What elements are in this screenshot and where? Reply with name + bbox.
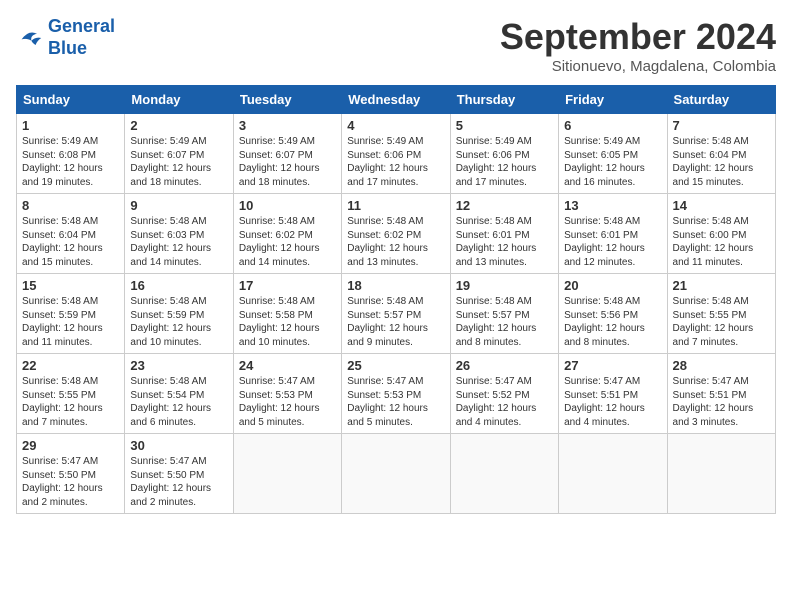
calendar-week-4: 22Sunrise: 5:48 AMSunset: 5:55 PMDayligh… <box>17 354 776 434</box>
table-row: 13Sunrise: 5:48 AMSunset: 6:01 PMDayligh… <box>559 194 667 274</box>
table-row: 16Sunrise: 5:48 AMSunset: 5:59 PMDayligh… <box>125 274 233 354</box>
table-row: 3Sunrise: 5:49 AMSunset: 6:07 PMDaylight… <box>233 114 341 194</box>
table-row: 7Sunrise: 5:48 AMSunset: 6:04 PMDaylight… <box>667 114 775 194</box>
header-monday: Monday <box>125 86 233 114</box>
table-row: 18Sunrise: 5:48 AMSunset: 5:57 PMDayligh… <box>342 274 450 354</box>
table-row: 11Sunrise: 5:48 AMSunset: 6:02 PMDayligh… <box>342 194 450 274</box>
table-row <box>233 434 341 514</box>
logo-text: General Blue <box>48 16 115 59</box>
table-row: 4Sunrise: 5:49 AMSunset: 6:06 PMDaylight… <box>342 114 450 194</box>
page-header: General Blue September 2024 Sitionuevo, … <box>16 16 776 75</box>
calendar-header-row: Sunday Monday Tuesday Wednesday Thursday… <box>17 86 776 114</box>
table-row: 23Sunrise: 5:48 AMSunset: 5:54 PMDayligh… <box>125 354 233 434</box>
month-title: September 2024 <box>500 16 776 58</box>
table-row: 10Sunrise: 5:48 AMSunset: 6:02 PMDayligh… <box>233 194 341 274</box>
calendar-week-2: 8Sunrise: 5:48 AMSunset: 6:04 PMDaylight… <box>17 194 776 274</box>
table-row: 17Sunrise: 5:48 AMSunset: 5:58 PMDayligh… <box>233 274 341 354</box>
header-tuesday: Tuesday <box>233 86 341 114</box>
table-row: 30Sunrise: 5:47 AMSunset: 5:50 PMDayligh… <box>125 434 233 514</box>
calendar-week-1: 1Sunrise: 5:49 AMSunset: 6:08 PMDaylight… <box>17 114 776 194</box>
table-row: 2Sunrise: 5:49 AMSunset: 6:07 PMDaylight… <box>125 114 233 194</box>
table-row: 21Sunrise: 5:48 AMSunset: 5:55 PMDayligh… <box>667 274 775 354</box>
logo-icon <box>16 24 44 52</box>
header-wednesday: Wednesday <box>342 86 450 114</box>
calendar-week-5: 29Sunrise: 5:47 AMSunset: 5:50 PMDayligh… <box>17 434 776 514</box>
table-row <box>450 434 558 514</box>
table-row: 12Sunrise: 5:48 AMSunset: 6:01 PMDayligh… <box>450 194 558 274</box>
table-row <box>342 434 450 514</box>
location-subtitle: Sitionuevo, Magdalena, Colombia <box>500 58 776 75</box>
table-row: 27Sunrise: 5:47 AMSunset: 5:51 PMDayligh… <box>559 354 667 434</box>
table-row: 9Sunrise: 5:48 AMSunset: 6:03 PMDaylight… <box>125 194 233 274</box>
table-row: 28Sunrise: 5:47 AMSunset: 5:51 PMDayligh… <box>667 354 775 434</box>
calendar-week-3: 15Sunrise: 5:48 AMSunset: 5:59 PMDayligh… <box>17 274 776 354</box>
table-row <box>667 434 775 514</box>
table-row: 29Sunrise: 5:47 AMSunset: 5:50 PMDayligh… <box>17 434 125 514</box>
header-saturday: Saturday <box>667 86 775 114</box>
header-sunday: Sunday <box>17 86 125 114</box>
table-row: 20Sunrise: 5:48 AMSunset: 5:56 PMDayligh… <box>559 274 667 354</box>
table-row: 6Sunrise: 5:49 AMSunset: 6:05 PMDaylight… <box>559 114 667 194</box>
table-row: 8Sunrise: 5:48 AMSunset: 6:04 PMDaylight… <box>17 194 125 274</box>
table-row: 22Sunrise: 5:48 AMSunset: 5:55 PMDayligh… <box>17 354 125 434</box>
header-friday: Friday <box>559 86 667 114</box>
table-row: 5Sunrise: 5:49 AMSunset: 6:06 PMDaylight… <box>450 114 558 194</box>
logo: General Blue <box>16 16 115 59</box>
table-row: 1Sunrise: 5:49 AMSunset: 6:08 PMDaylight… <box>17 114 125 194</box>
calendar-table: Sunday Monday Tuesday Wednesday Thursday… <box>16 85 776 514</box>
table-row: 25Sunrise: 5:47 AMSunset: 5:53 PMDayligh… <box>342 354 450 434</box>
table-row: 14Sunrise: 5:48 AMSunset: 6:00 PMDayligh… <box>667 194 775 274</box>
table-row: 15Sunrise: 5:48 AMSunset: 5:59 PMDayligh… <box>17 274 125 354</box>
table-row: 19Sunrise: 5:48 AMSunset: 5:57 PMDayligh… <box>450 274 558 354</box>
header-thursday: Thursday <box>450 86 558 114</box>
table-row: 24Sunrise: 5:47 AMSunset: 5:53 PMDayligh… <box>233 354 341 434</box>
title-block: September 2024 Sitionuevo, Magdalena, Co… <box>500 16 776 75</box>
table-row: 26Sunrise: 5:47 AMSunset: 5:52 PMDayligh… <box>450 354 558 434</box>
table-row <box>559 434 667 514</box>
